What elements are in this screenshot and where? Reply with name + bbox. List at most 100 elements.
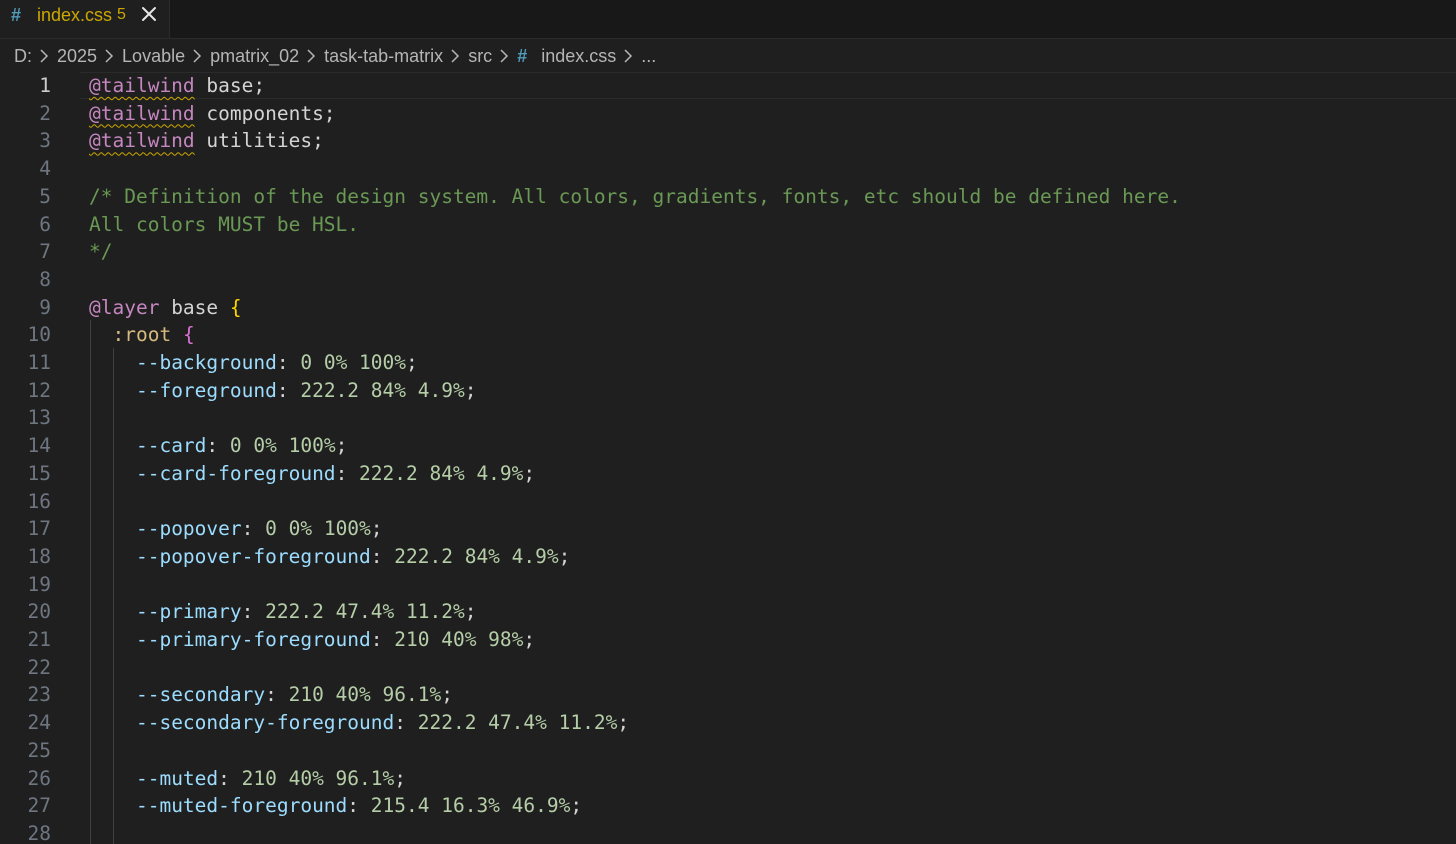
code-line[interactable]: 19: [0, 571, 1456, 599]
code-token: --muted: [135, 766, 219, 790]
line-number: 2: [39, 101, 51, 125]
chevron-right-icon: [39, 49, 49, 63]
code-token: --popover: [135, 517, 242, 541]
breadcrumb-folder-pmatrix[interactable]: pmatrix_02: [210, 46, 299, 67]
code-token: :: [241, 517, 266, 541]
line-code: --secondary-foreground: 222.2 47.4% 11.2…: [89, 709, 629, 737]
code-line[interactable]: 18 --popover-foreground: 222.2 84% 4.9%;: [0, 543, 1456, 571]
code-line[interactable]: 4: [0, 155, 1456, 183]
css-hash-icon: #: [11, 5, 22, 25]
line-code: --muted: 210 40% 96.1%;: [89, 765, 406, 793]
breadcrumb-folder-src[interactable]: src: [468, 46, 492, 67]
code-token: ;: [441, 683, 453, 707]
line-code: :root {: [89, 321, 195, 349]
code-token: {: [182, 323, 195, 347]
close-icon[interactable]: [138, 3, 160, 25]
line-number: 4: [39, 157, 51, 181]
code-line[interactable]: 6 All colors MUST be HSL.: [0, 211, 1456, 239]
breadcrumb-folder-lovable[interactable]: Lovable: [122, 46, 185, 67]
code-token: 210 40% 98%: [394, 628, 524, 651]
code-line[interactable]: 7 */: [0, 238, 1456, 266]
code-line[interactable]: 20 --primary: 222.2 47.4% 11.2%;: [0, 598, 1456, 626]
code-line[interactable]: 24 --secondary-foreground: 222.2 47.4% 1…: [0, 709, 1456, 737]
code-token: All colors MUST be HSL.: [89, 212, 360, 236]
code-line[interactable]: 28: [0, 820, 1456, 844]
code-token: :: [241, 600, 266, 624]
tab-index-css[interactable]: # index.css 5: [0, 0, 170, 38]
code-token: :: [218, 766, 242, 790]
code-token: 222.2 84% 4.9%: [394, 544, 559, 568]
code-token: --secondary-foreground: [135, 711, 395, 735]
line-number: 7: [39, 240, 51, 264]
code-token: base;: [194, 74, 266, 97]
line-number: 11: [27, 351, 51, 374]
breadcrumb-symbols-more[interactable]: ...: [641, 46, 656, 67]
line-number: 6: [39, 212, 51, 236]
code-line[interactable]: 25: [0, 737, 1456, 765]
line-number: 24: [27, 711, 51, 735]
breadcrumb-folder-2025[interactable]: 2025: [57, 46, 97, 67]
tab-filename: index.css: [37, 5, 113, 25]
code-line[interactable]: 16: [0, 488, 1456, 516]
code-token: ;: [464, 378, 477, 402]
code-token: ;: [523, 461, 536, 485]
chevron-right-icon: [623, 49, 633, 63]
breadcrumb-file[interactable]: index.css: [541, 46, 616, 67]
breadcrumb-drive[interactable]: D:: [14, 46, 32, 67]
code-line[interactable]: 14 --card: 0 0% 100%;: [0, 432, 1456, 460]
code-token: 222.2 47.4% 11.2%: [265, 600, 465, 624]
line-number: 20: [27, 600, 51, 624]
code-line[interactable]: 2 @tailwind components;: [0, 100, 1456, 128]
code-editor[interactable]: 1 @tailwind base; 2 @tailwind components; 3 @…: [0, 72, 1456, 844]
breadcrumb: D: 2025 Lovable pmatrix_02 task-tab-matr…: [0, 39, 1456, 73]
code-token: ;: [370, 517, 383, 541]
line-code: --popover-foreground: 222.2 84% 4.9%;: [89, 543, 570, 571]
code-line[interactable]: 5 /* Definition of the design system. All…: [0, 183, 1456, 211]
code-token: --primary-foreground: [135, 628, 371, 651]
code-token: 222.2 47.4% 11.2%: [417, 711, 618, 735]
breadcrumb-folder-task-tab-matrix[interactable]: task-tab-matrix: [324, 46, 443, 67]
code-token: @tailwind: [89, 74, 195, 97]
line-number: 3: [39, 129, 51, 153]
code-line[interactable]: 12 --foreground: 222.2 84% 4.9%;: [0, 377, 1456, 405]
code-line[interactable]: 9 @layer base {: [0, 294, 1456, 322]
line-code: --foreground: 222.2 84% 4.9%;: [89, 377, 477, 405]
code-line[interactable]: 10 :root {: [0, 321, 1456, 349]
code-line[interactable]: 11 --background: 0 0% 100%;: [0, 349, 1456, 377]
code-line[interactable]: 22: [0, 654, 1456, 682]
code-token: 210 40% 96.1%: [288, 683, 442, 707]
line-number: 22: [27, 655, 51, 679]
code-line[interactable]: 23 --secondary: 210 40% 96.1%;: [0, 681, 1456, 709]
line-number: 13: [27, 406, 51, 430]
line-code: --popover: 0 0% 100%;: [89, 515, 383, 543]
code-line[interactable]: 21 --primary-foreground: 210 40% 98%;: [0, 626, 1456, 654]
code-line[interactable]: 3 @tailwind utilities;: [0, 127, 1456, 155]
code-line[interactable]: 27 --muted-foreground: 215.4 16.3% 46.9%…: [0, 792, 1456, 820]
line-code: --card-foreground: 222.2 84% 4.9%;: [89, 460, 535, 488]
code-line[interactable]: 1 @tailwind base;: [0, 72, 1456, 100]
code-token: @tailwind: [89, 101, 195, 125]
code-token: :: [206, 434, 230, 458]
code-token: --foreground: [135, 378, 277, 402]
code-line[interactable]: 8: [0, 266, 1456, 294]
code-token: --card: [135, 434, 207, 458]
code-line[interactable]: 13: [0, 404, 1456, 432]
code-token: --secondary: [135, 683, 266, 707]
code-token: components;: [194, 101, 336, 125]
css-hash-icon: #: [517, 45, 528, 66]
code-token: --popover-foreground: [135, 544, 371, 568]
code-line[interactable]: 17 --popover: 0 0% 100%;: [0, 515, 1456, 543]
code-token: :: [335, 461, 360, 485]
code-line[interactable]: 26 --muted: 210 40% 96.1%;: [0, 765, 1456, 793]
chevron-right-icon: [499, 49, 509, 63]
line-code: */: [89, 238, 112, 266]
code-line[interactable]: 15 --card-foreground: 222.2 84% 4.9%;: [0, 460, 1456, 488]
line-number: 15: [27, 461, 51, 485]
